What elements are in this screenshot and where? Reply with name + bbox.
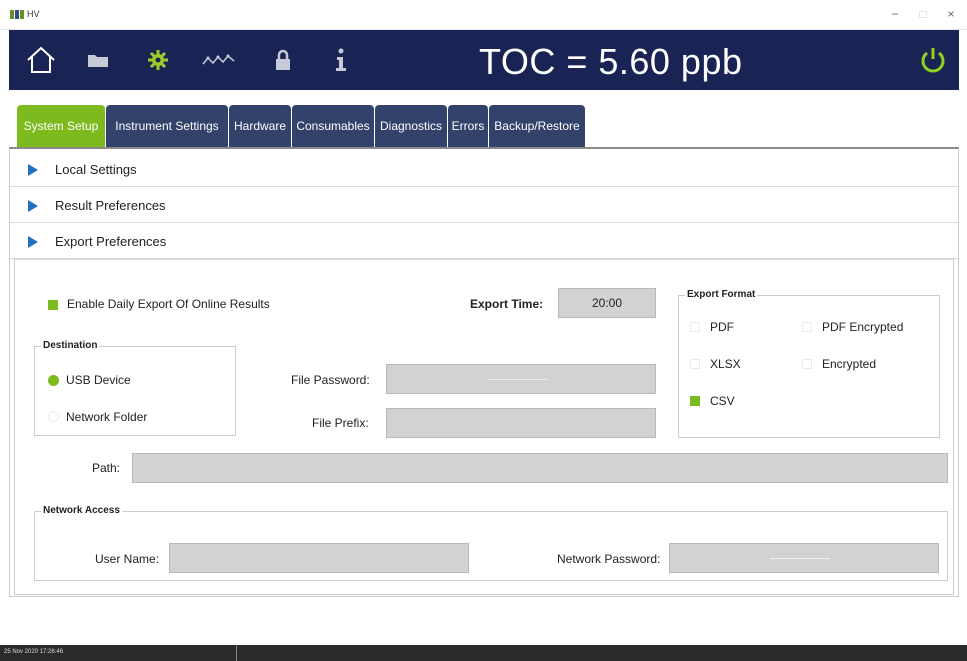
file-prefix-field[interactable] [386,408,656,438]
network-password-field[interactable] [669,543,939,573]
power-icon[interactable] [915,43,951,77]
csv-label: CSV [710,394,735,408]
pdf-checkbox[interactable] [690,322,700,332]
csv-checkbox[interactable] [690,396,700,406]
toc-readout: TOC = 5.60 ppb [479,41,743,82]
xlsx-checkbox[interactable] [690,359,700,369]
system-setup-panel: Local Settings Result Preferences Export… [9,147,959,597]
gear-icon[interactable] [143,43,173,77]
window-title: HV [27,9,40,19]
destination-legend: Destination [41,340,100,351]
tab-system-setup[interactable]: System Setup [17,105,105,147]
xlsx-label: XLSX [710,357,741,371]
accordion-label: Local Settings [55,162,137,177]
user-name-label: User Name: [95,552,160,566]
taskbar: 25 Nov 2020 17:26:46 [0,645,967,661]
password-mask [770,558,830,559]
pdf-encrypted-checkbox[interactable] [802,322,812,332]
accordion-result-preferences[interactable]: Result Preferences [10,187,958,223]
app-icon [10,10,24,19]
export-time-value: 20:00 [591,296,623,310]
expand-arrow-icon [28,200,38,212]
pdf-label: PDF [710,320,734,334]
export-preferences-body: Enable Daily Export Of Online Results Ex… [14,259,954,595]
maximize-button[interactable]: □ [912,6,934,22]
expand-arrow-icon [28,236,38,248]
app-header: TOC = 5.60 ppb [9,30,959,90]
file-password-label: File Password: [291,373,370,387]
user-name-field[interactable] [169,543,469,573]
password-mask [487,379,547,380]
file-prefix-label: File Prefix: [312,416,369,430]
network-access-group: Network Access User Name: Network Passwo… [34,505,948,581]
taskbar-divider [236,645,237,661]
settings-tabs: System Setup Instrument Settings Hardwar… [17,105,586,147]
accordion-local-settings[interactable]: Local Settings [10,151,958,187]
tab-errors[interactable]: Errors [448,105,488,147]
tab-instrument-settings[interactable]: Instrument Settings [106,105,228,147]
usb-device-radio[interactable] [48,375,59,386]
destination-group: Destination USB Device Network Folder [34,340,236,436]
taskbar-datetime: 25 Nov 2020 17:26:46 [4,649,64,655]
network-folder-radio[interactable] [48,411,59,422]
network-folder-label: Network Folder [66,410,148,424]
lock-icon[interactable] [271,43,295,77]
encrypted-label: Encrypted [822,357,877,371]
tab-consumables[interactable]: Consumables [292,105,374,147]
trend-icon[interactable] [199,43,239,77]
pdf-encrypted-label: PDF Encrypted [822,320,904,334]
enable-daily-export-checkbox[interactable] [48,300,58,310]
info-icon[interactable] [329,43,353,77]
tab-backup-restore[interactable]: Backup/Restore [489,105,585,147]
window-titlebar: HV − □ × [0,0,967,30]
tab-diagnostics[interactable]: Diagnostics [375,105,447,147]
folder-icon[interactable] [83,43,113,77]
close-button[interactable]: × [940,6,962,22]
export-time-label: Export Time: [470,297,544,311]
encrypted-checkbox[interactable] [802,359,812,369]
tab-hardware[interactable]: Hardware [229,105,291,147]
accordion-label: Result Preferences [55,198,166,213]
expand-arrow-icon [28,164,38,176]
accordion-export-preferences[interactable]: Export Preferences [10,223,958,259]
home-icon[interactable] [21,43,61,77]
file-password-field[interactable] [386,364,656,394]
path-field[interactable] [132,453,948,483]
network-access-legend: Network Access [41,505,122,516]
export-format-group: Export Format PDF PDF Encrypted XLSX Enc… [678,289,940,438]
network-password-label: Network Password: [557,552,661,566]
minimize-button[interactable]: − [884,6,906,22]
accordion-label: Export Preferences [55,234,167,249]
export-format-legend: Export Format [685,289,758,300]
usb-device-label: USB Device [66,373,131,387]
export-time-field[interactable]: 20:00 [558,288,656,318]
enable-daily-export-label: Enable Daily Export Of Online Results [67,297,270,311]
path-label: Path: [92,461,121,475]
